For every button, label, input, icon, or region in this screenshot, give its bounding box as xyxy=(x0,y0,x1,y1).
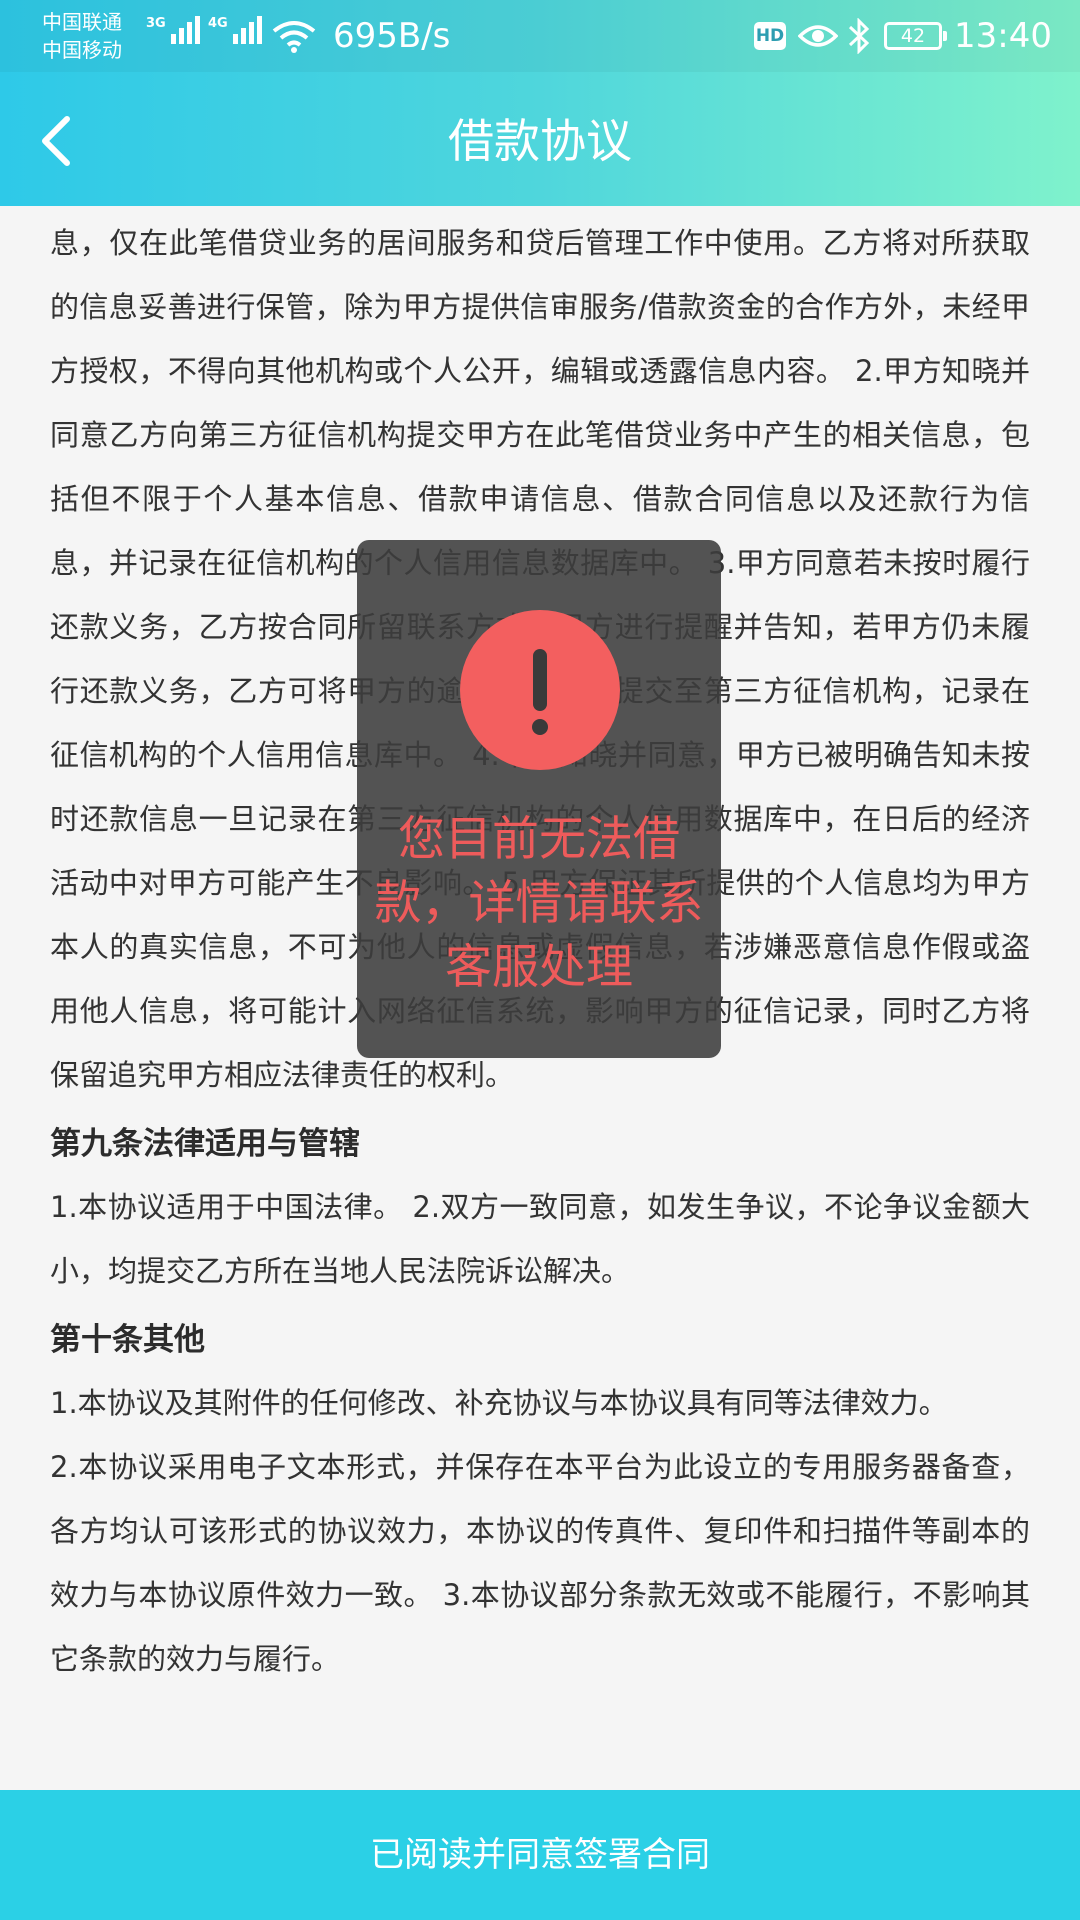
eye-icon xyxy=(798,25,838,47)
exclamation-icon xyxy=(460,610,620,770)
section-heading-9: 第九条法律适用与管辖 xyxy=(50,1126,360,1162)
carrier-1: 中国联通 xyxy=(42,10,122,34)
section-heading-10: 第十条其他 xyxy=(50,1322,205,1358)
network-type-2: 4G xyxy=(208,16,228,31)
signal-icon: 3G xyxy=(146,16,200,44)
agreement-paragraph-10-1: 1.本协议及其附件的任何修改、补充协议与本协议具有同等法律效力。 xyxy=(50,1386,948,1420)
app-header: 中国联通 中国移动 3G 4G 695B/s HD 42 13:40 借款协议 xyxy=(0,0,1080,206)
status-bar: 中国联通 中国移动 3G 4G 695B/s HD 42 13:40 xyxy=(0,0,1080,72)
clock: 13:40 xyxy=(954,16,1052,56)
sign-contract-button[interactable]: 已阅读并同意签署合同 xyxy=(0,1790,1080,1920)
page-title: 借款协议 xyxy=(448,114,632,168)
battery-icon: 42 xyxy=(884,22,947,50)
carrier-2: 中国移动 xyxy=(42,38,122,62)
carrier-labels: 中国联通 中国移动 xyxy=(42,8,122,64)
signal-icon-2: 4G xyxy=(208,16,262,44)
wifi-icon xyxy=(272,21,316,53)
error-toast: 您目前无法借款，详情请联系客服处理 xyxy=(357,540,721,1058)
bluetooth-icon xyxy=(848,18,870,54)
agreement-paragraph-10-2: 2.本协议采用电子文本形式，并保存在本平台为此设立的专用服务器备查，各方均认可该… xyxy=(50,1450,1030,1676)
network-type-1: 3G xyxy=(146,16,166,31)
agreement-paragraph-9: 1.本协议适用于中国法律。 2.双方一致同意，如发生争议，不论争议金额大小，均提… xyxy=(50,1190,1030,1288)
hd-icon: HD xyxy=(754,22,786,50)
toast-message: 您目前无法借款，详情请联系客服处理 xyxy=(374,812,704,995)
network-speed: 695B/s xyxy=(333,16,451,56)
